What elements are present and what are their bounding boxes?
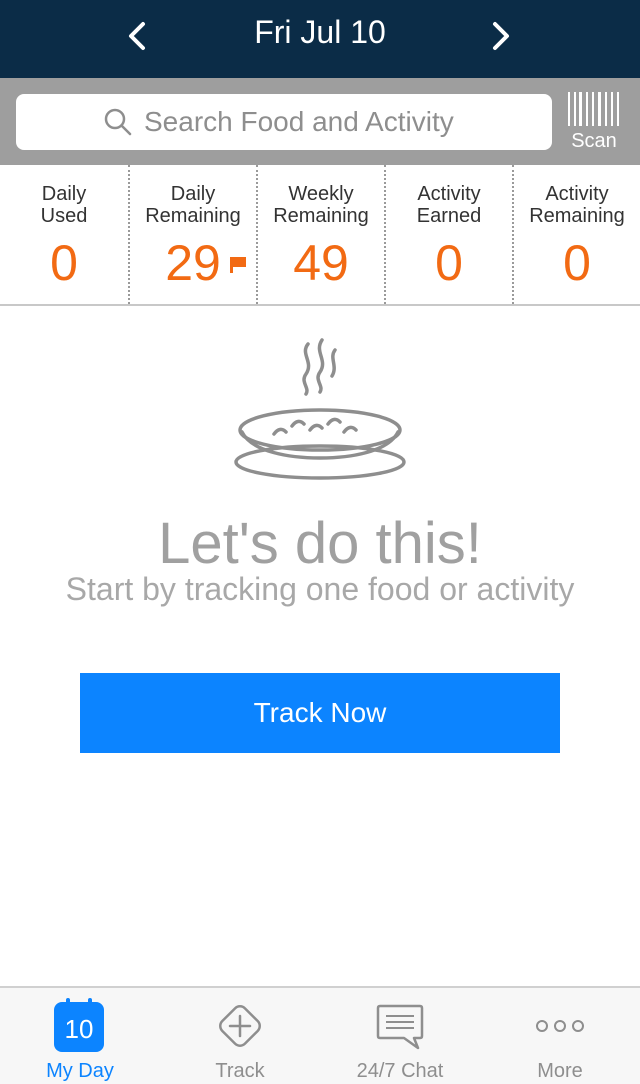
stat-value: 0 xyxy=(563,235,591,291)
stat-activity-remaining[interactable]: Activity Remaining 0 xyxy=(512,165,640,304)
bottom-tab-bar: 10 My Day Track 24/7 Chat More xyxy=(0,986,640,1084)
tab-chat[interactable]: 24/7 Chat xyxy=(320,988,480,1084)
stat-value: 0 xyxy=(435,235,463,291)
more-dots-icon xyxy=(536,1020,584,1032)
stat-title: Daily Remaining xyxy=(130,183,256,227)
tab-more[interactable]: More xyxy=(480,988,640,1084)
stat-title-line-1: Daily xyxy=(41,183,87,205)
track-now-button[interactable]: Track Now xyxy=(80,673,560,753)
plus-diamond-icon xyxy=(219,1005,261,1047)
stat-weekly-remaining[interactable]: Weekly Remaining 49 xyxy=(256,165,384,304)
search-placeholder: Search Food and Activity xyxy=(144,106,454,137)
chat-bubble-icon xyxy=(376,1004,424,1050)
empty-state-subline: Start by tracking one food or activity xyxy=(65,571,575,607)
stat-value: 0 xyxy=(50,235,78,291)
bowl-icon xyxy=(234,338,406,480)
scan-button[interactable]: Scan xyxy=(562,90,626,156)
stat-title: Weekly Remaining xyxy=(258,183,384,227)
calendar-day: 10 xyxy=(64,1014,94,1044)
stat-title: Activity Earned xyxy=(386,183,512,227)
stat-daily-remaining[interactable]: Daily Remaining 29 xyxy=(128,165,256,304)
stat-daily-used[interactable]: Daily Used 0 xyxy=(0,165,128,304)
stat-title-line-1: Activity xyxy=(417,183,481,205)
stat-title-line-2: Remaining xyxy=(145,205,241,227)
empty-state-headline: Let's do this! xyxy=(158,511,482,576)
tab-my-day[interactable]: 10 My Day xyxy=(0,988,160,1084)
stat-title: Daily Used xyxy=(0,183,128,227)
tab-label: More xyxy=(537,1060,583,1082)
tab-label: My Day xyxy=(46,1060,114,1082)
chevron-right-icon[interactable] xyxy=(480,16,520,56)
stat-title: Activity Remaining xyxy=(514,183,640,227)
barcode-icon xyxy=(568,92,619,126)
stat-title-line-2: Remaining xyxy=(273,205,369,227)
calendar-icon: 10 xyxy=(54,998,104,1052)
stat-title-line-2: Remaining xyxy=(529,205,625,227)
tab-track[interactable]: Track xyxy=(160,988,320,1084)
stat-value: 49 xyxy=(293,235,349,291)
search-input[interactable]: Search Food and Activity xyxy=(16,94,552,150)
top-nav-bar: Fri Jul 10 xyxy=(0,0,640,78)
current-date-title: Fri Jul 10 xyxy=(254,14,386,50)
stat-title-line-1: Weekly xyxy=(288,183,354,205)
stat-title-line-1: Daily xyxy=(170,183,216,205)
stat-title-line-2: Used xyxy=(40,205,88,227)
stat-activity-earned[interactable]: Activity Earned 0 xyxy=(384,165,512,304)
flag-icon xyxy=(230,257,246,273)
search-bar: Search Food and Activity Scan xyxy=(0,78,640,165)
scan-label: Scan xyxy=(571,130,617,152)
tab-label: 24/7 Chat xyxy=(356,1060,444,1082)
stat-title-line-2: Earned xyxy=(416,205,482,227)
stat-title-line-1: Activity xyxy=(545,183,609,205)
search-icon xyxy=(104,108,132,136)
points-summary: Daily Used 0 Daily Remaining 29 Weekly R… xyxy=(0,165,640,306)
tab-label: Track xyxy=(215,1060,265,1082)
